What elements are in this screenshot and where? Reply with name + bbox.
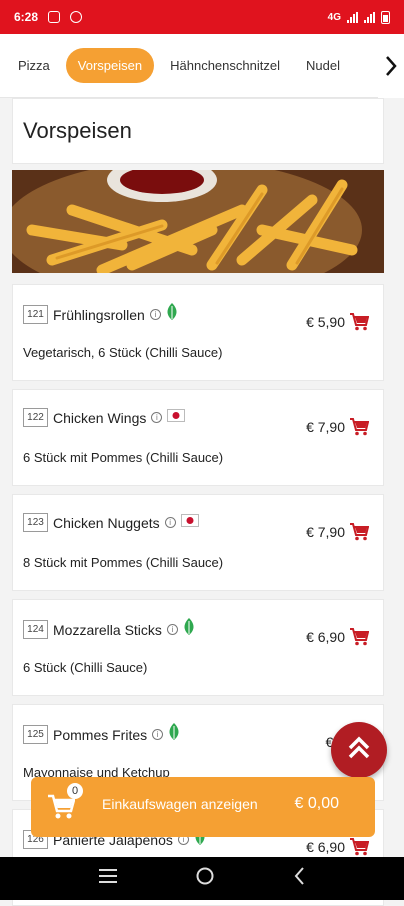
menu-item-card[interactable]: 122 Chicken Wings i 6 Stück mit Pommes (… [12,389,384,486]
view-cart-button[interactable]: 0 Einkaufswagen anzeigen € 0,00 [31,777,375,837]
japan-flag-icon [180,513,199,532]
item-description: 6 Stück (Chilli Sauce) [23,660,148,675]
menu-item-card[interactable]: 124 Mozzarella Sticks i 6 Stück (Chilli … [12,599,384,696]
info-icon[interactable]: i [151,412,163,423]
add-to-cart-icon[interactable] [349,628,370,651]
app-notification-icon [70,11,83,23]
item-number: 121 [23,305,48,324]
home-icon[interactable] [196,867,214,890]
signal-2-icon [364,11,375,23]
status-time: 6:28 [14,10,39,24]
network-label: 4G [327,11,341,23]
cart-label: Einkaufswagen anzeigen [102,796,258,812]
item-description: 6 Stück mit Pommes (Chilli Sauce) [23,450,224,465]
item-name: Frühlingsrollen [53,306,145,323]
tab-nudel[interactable]: Nudel [296,49,350,82]
item-price: € 6,90 [306,839,345,855]
item-price: € 7,90 [306,524,345,540]
add-to-cart-icon[interactable] [349,313,370,336]
info-icon[interactable]: i [152,729,164,740]
item-description: 8 Stück mit Pommes (Chilli Sauce) [23,555,224,570]
back-icon[interactable] [293,867,305,890]
item-name: Mozzarella Sticks [53,621,162,638]
info-icon[interactable]: i [164,517,176,528]
system-navbar [0,857,404,900]
double-chevron-up-icon [346,735,372,766]
item-description: Vegetarisch, 6 Stück (Chilli Sauce) [23,345,223,360]
scroll-to-top-button[interactable] [331,722,387,778]
tab-haehnchenschnitzel[interactable]: Hähnchenschnitzel [160,49,290,82]
add-to-cart-icon[interactable] [349,418,370,441]
item-number: 124 [23,620,48,639]
item-price: € 5,90 [306,314,345,330]
item-name: Chicken Nuggets [53,514,160,531]
item-name: Chicken Wings [53,409,147,426]
section-banner-image [12,170,384,273]
menu-item-card[interactable]: 121 Frühlingsrollen i Vegetarisch, 6 Stü… [12,284,384,381]
category-tabbar: Pizza Vorspeisen Hähnchenschnitzel Nudel [0,34,404,98]
tab-vorspeisen[interactable]: Vorspeisen [65,48,155,83]
cart-count-badge: 0 [67,783,83,799]
item-name: Pommes Frites [53,726,148,743]
item-price: € 6,90 [306,629,345,645]
battery-icon [381,10,390,24]
section-title: Vorspeisen [12,98,384,164]
cart-total: € 0,00 [294,795,339,812]
menu-item-card[interactable]: 123 Chicken Nuggets i 8 Stück mit Pommes… [12,494,384,591]
japan-flag-icon [167,408,186,427]
info-icon[interactable]: i [166,624,178,635]
item-price: € 7,90 [306,419,345,435]
shopping-cart-icon [47,794,76,825]
info-icon[interactable]: i [149,309,161,320]
vegetarian-leaf-icon [168,723,180,746]
status-bar: 6:28 4G [0,0,404,34]
signal-icon [347,11,358,23]
tab-pizza[interactable]: Pizza [8,49,60,82]
menu-icon[interactable] [99,869,118,888]
item-number: 125 [23,725,48,744]
notification-icon [48,11,61,23]
item-number: 122 [23,408,48,427]
chevron-right-icon[interactable] [378,34,404,98]
vegetarian-leaf-icon [166,303,178,326]
item-number: 123 [23,513,48,532]
add-to-cart-icon[interactable] [349,523,370,546]
vegetarian-leaf-icon [183,618,195,641]
